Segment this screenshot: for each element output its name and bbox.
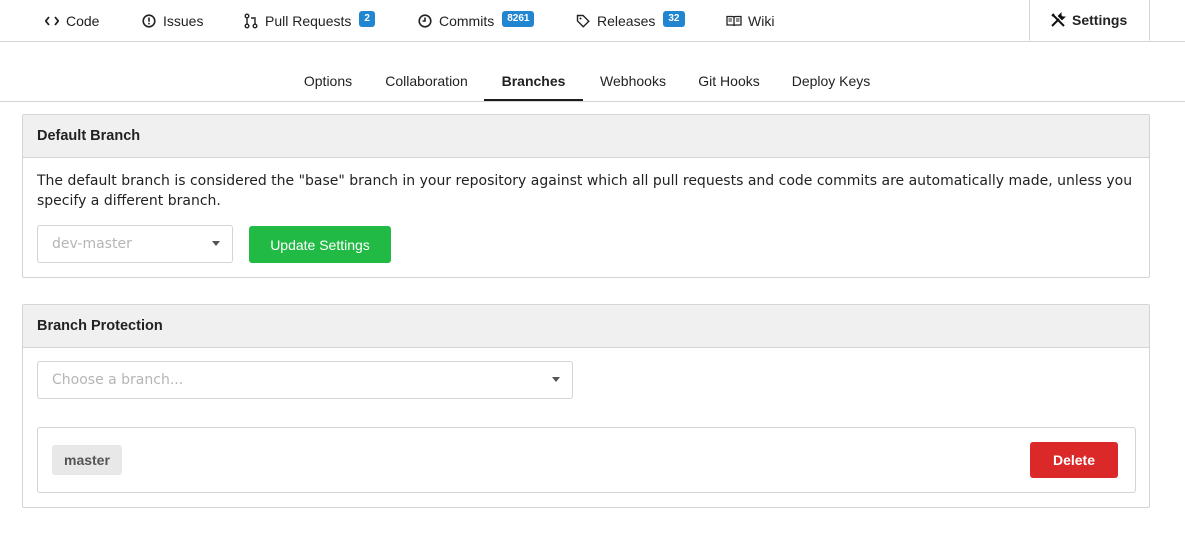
history-icon: [417, 13, 433, 29]
delete-button[interactable]: Delete: [1030, 442, 1118, 478]
update-settings-button[interactable]: Update Settings: [249, 226, 391, 263]
tab-commits-label: Commits: [439, 12, 495, 29]
default-branch-header: Default Branch: [23, 115, 1149, 158]
settings-sub-nav-inner: Options Collaboration Branches Webhooks …: [0, 47, 1185, 101]
settings-sub-nav: Options Collaboration Branches Webhooks …: [0, 47, 1185, 102]
dropdown-caret-icon: [552, 377, 560, 382]
subtab-options[interactable]: Options: [303, 61, 353, 101]
default-branch-section: Default Branch The default branch is con…: [22, 114, 1150, 278]
tab-settings[interactable]: Settings: [1029, 0, 1150, 41]
releases-count-badge: 32: [663, 10, 685, 27]
tab-issues[interactable]: Issues: [141, 0, 203, 41]
commits-count-badge: 8261: [502, 10, 535, 27]
tab-issues-label: Issues: [163, 12, 204, 29]
subtab-deploy-keys[interactable]: Deploy Keys: [791, 61, 871, 101]
protected-branch-item: master Delete: [37, 427, 1136, 493]
branch-protection-header: Branch Protection: [23, 305, 1149, 348]
repo-tab-bar: Code Issues Pull Requests 2 Commits 8261…: [0, 0, 1185, 42]
git-pull-request-icon: [243, 13, 259, 29]
subtab-webhooks[interactable]: Webhooks: [599, 61, 667, 101]
subtab-collaboration[interactable]: Collaboration: [384, 61, 469, 101]
tab-releases[interactable]: Releases 32: [575, 0, 685, 41]
code-icon: [44, 13, 60, 29]
subtab-branches[interactable]: Branches: [484, 61, 583, 101]
default-branch-selected-value: dev-master: [52, 236, 132, 252]
default-branch-description: The default branch is considered the "ba…: [37, 173, 1133, 209]
tab-wiki[interactable]: Wiki: [726, 0, 774, 41]
tab-wiki-label: Wiki: [748, 12, 775, 29]
tab-commits[interactable]: Commits 8261: [417, 0, 535, 41]
subtab-git-hooks[interactable]: Git Hooks: [698, 61, 760, 101]
branch-name-label: master: [52, 445, 122, 475]
tools-icon: [1050, 12, 1066, 28]
book-icon: [726, 13, 742, 29]
tab-releases-label: Releases: [597, 12, 656, 29]
tab-pull-requests[interactable]: Pull Requests 2: [243, 0, 375, 41]
pull-requests-count-badge: 2: [359, 10, 375, 27]
tab-settings-label: Settings: [1072, 12, 1128, 28]
tag-icon: [575, 13, 591, 29]
tab-code[interactable]: Code: [44, 0, 99, 41]
issue-opened-icon: [141, 13, 157, 29]
branch-protection-section: Branch Protection Choose a branch... mas…: [22, 304, 1150, 508]
tab-code-label: Code: [66, 12, 100, 29]
choose-branch-placeholder: Choose a branch...: [52, 372, 184, 388]
dropdown-caret-icon: [212, 241, 220, 246]
default-branch-select[interactable]: dev-master: [37, 225, 233, 263]
tab-pull-requests-label: Pull Requests: [265, 12, 352, 29]
choose-branch-select[interactable]: Choose a branch...: [37, 361, 573, 399]
